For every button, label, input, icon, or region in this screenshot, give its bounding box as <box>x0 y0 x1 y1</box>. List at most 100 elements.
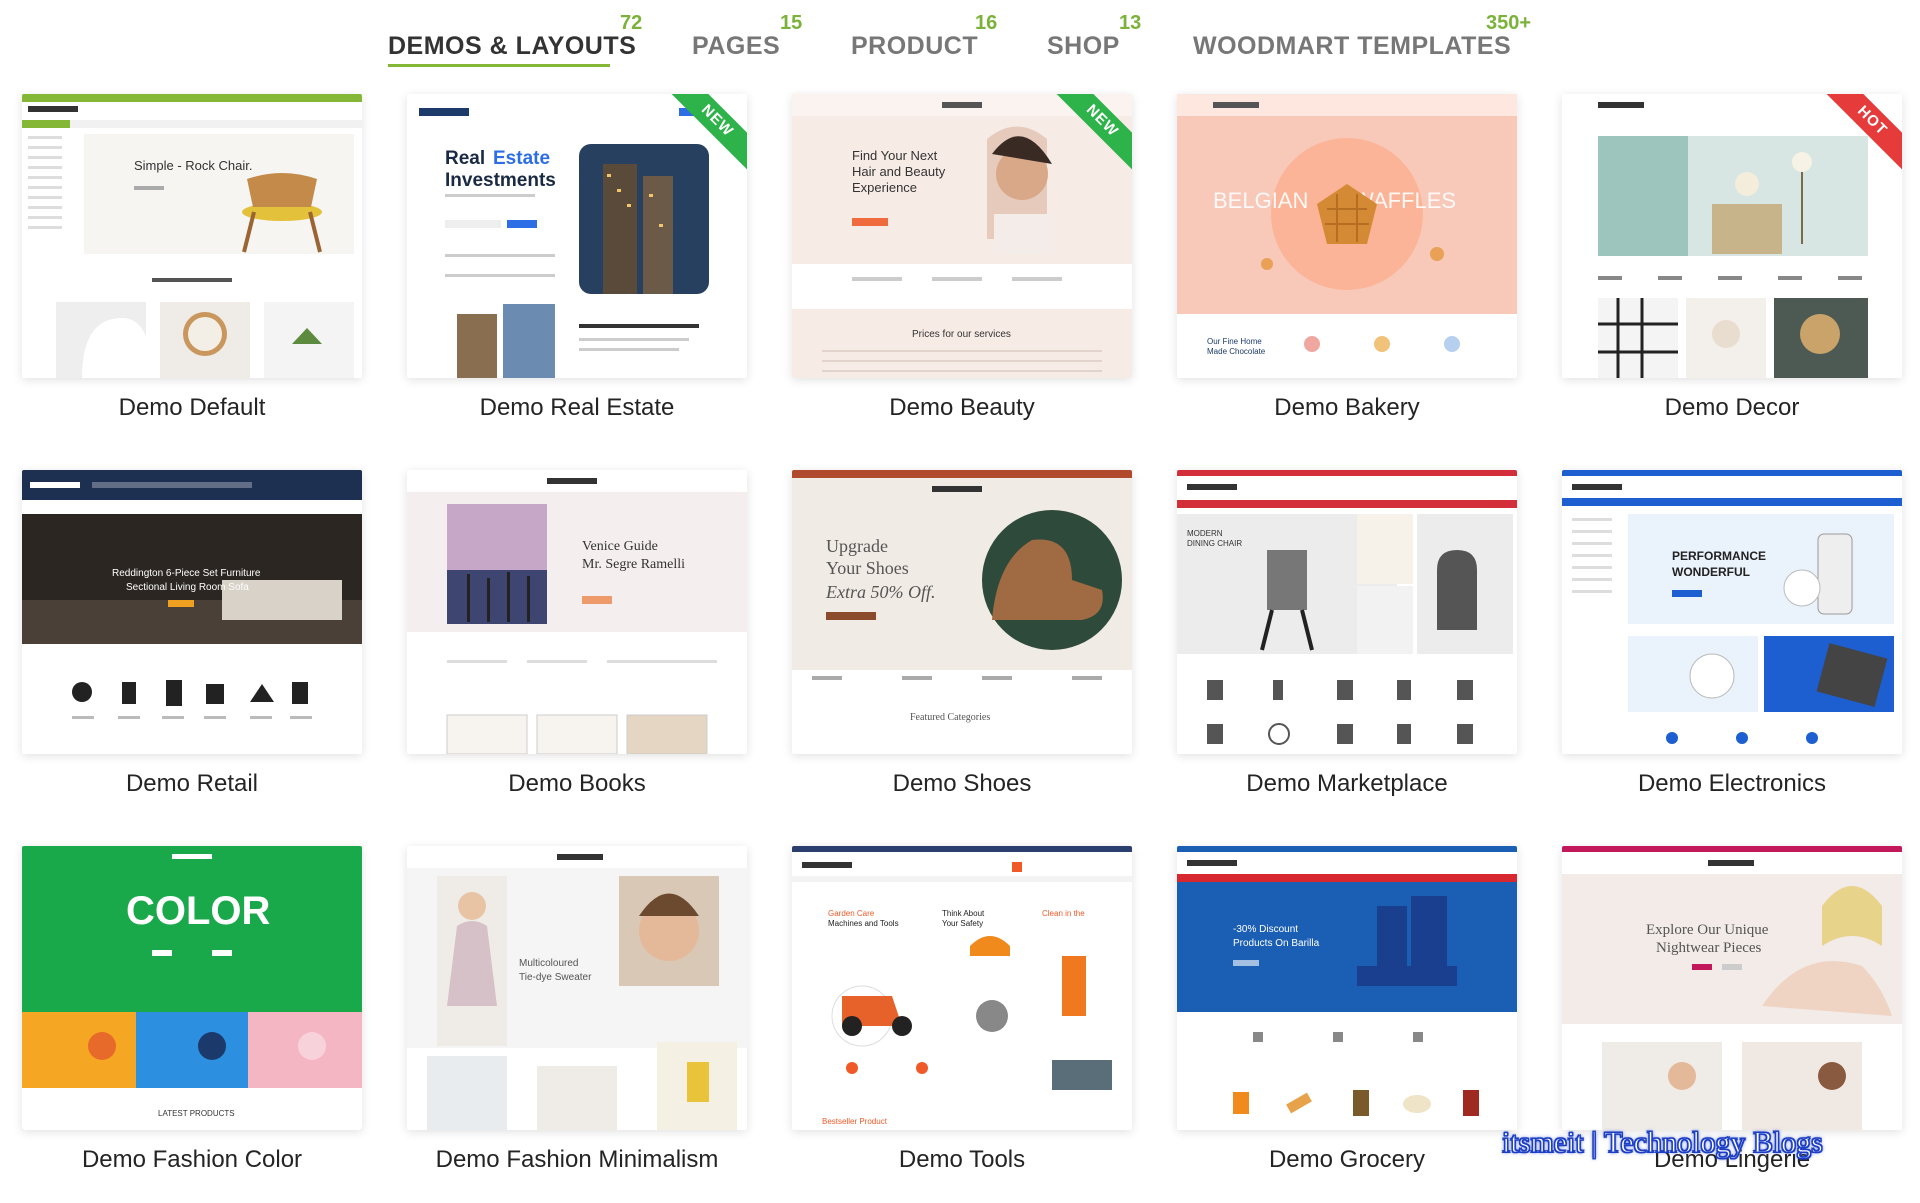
demo-title[interactable]: Demo Grocery <box>1177 1146 1517 1174</box>
svg-text:PERFORMANCE: PERFORMANCE <box>1672 549 1766 563</box>
tab-shop-count: 13 <box>1119 12 1142 34</box>
demo-card-bakery[interactable]: BELGIAN WAFFLES Our Fine Home Made Choco… <box>1177 94 1517 434</box>
tab-demos-layouts-count: 72 <box>620 12 643 34</box>
demo-thumbnail[interactable]: Real Estate Investments NEW <box>407 94 747 378</box>
demo-fashion-color-preview: COLOR LATEST PRODUCTS <box>22 846 362 1130</box>
tab-woodmart-templates[interactable]: WOODMART TEMPLATES 350+ <box>1193 12 1543 70</box>
svg-text:Your Shoes: Your Shoes <box>826 558 909 578</box>
demo-title[interactable]: Demo Books <box>407 770 747 798</box>
demo-bakery-preview: BELGIAN WAFFLES Our Fine Home Made Choco… <box>1177 94 1517 378</box>
demo-title[interactable]: Demo Marketplace <box>1177 770 1517 798</box>
hero-sub: Featured Categories <box>910 712 990 723</box>
demo-thumbnail[interactable]: -30% Discount Products On Barilla <box>1177 846 1517 1130</box>
tab-product-label: PRODUCT <box>851 32 979 60</box>
svg-text:Sectional Living Room Sofa: Sectional Living Room Sofa <box>126 582 249 593</box>
hero-sub: Prices for our services <box>912 329 1011 340</box>
tab-shop-label: SHOP <box>1047 32 1120 60</box>
demo-card-marketplace[interactable]: MODERN DINING CHAIR Demo Marketplace <box>1177 470 1517 810</box>
svg-text:WONDERFUL: WONDERFUL <box>1672 565 1750 579</box>
demo-default-preview: Simple - Rock Chair. <box>22 94 362 378</box>
svg-text:Your Safety: Your Safety <box>942 919 983 928</box>
demo-thumbnail[interactable]: Find Your Next Hair and Beauty Experienc… <box>792 94 1132 378</box>
demo-title[interactable]: Demo Shoes <box>792 770 1132 798</box>
demo-shoes-preview: Upgrade Your Shoes Extra 50% Off. Featur… <box>792 470 1132 754</box>
demo-thumbnail[interactable]: BELGIAN WAFFLES Our Fine Home Made Choco… <box>1177 94 1517 378</box>
demo-card-fashion-color[interactable]: COLOR LATEST PRODUCTS Demo Fashion Color <box>22 846 362 1186</box>
demo-card-tools[interactable]: Garden Care Machines and Tools Think Abo… <box>792 846 1132 1186</box>
svg-text:Made Chocolate: Made Chocolate <box>1207 347 1266 356</box>
demo-thumbnail[interactable]: Garden Care Machines and Tools Think Abo… <box>792 846 1132 1130</box>
svg-text:BELGIAN: BELGIAN <box>1213 188 1308 213</box>
demo-card-books[interactable]: Venice Guide Mr. Segre Ramelli Demo Book… <box>407 470 747 810</box>
demo-retail-preview: Reddington 6-Piece Set Furniture Section… <box>22 470 362 754</box>
tab-product-count: 16 <box>975 12 998 34</box>
tab-shop[interactable]: SHOP 13 <box>1047 12 1167 70</box>
active-tab-underline <box>388 64 610 67</box>
demo-thumbnail[interactable]: Explore Our Unique Nightwear Pieces <box>1562 846 1902 1130</box>
svg-text:DINING CHAIR: DINING CHAIR <box>1187 539 1242 548</box>
demo-card-default[interactable]: Simple - Rock Chair. Demo Default <box>22 94 362 434</box>
svg-text:Reddington 6-Piece Set Furnitu: Reddington 6-Piece Set Furniture <box>112 568 261 579</box>
svg-text:Our Fine Home: Our Fine Home <box>1207 337 1262 346</box>
demo-card-shoes[interactable]: Upgrade Your Shoes Extra 50% Off. Featur… <box>792 470 1132 810</box>
demo-card-beauty[interactable]: Find Your Next Hair and Beauty Experienc… <box>792 94 1132 434</box>
demo-lingerie-preview: Explore Our Unique Nightwear Pieces <box>1562 846 1902 1130</box>
demo-card-electronics[interactable]: PERFORMANCE WONDERFUL Demo Electronics <box>1562 470 1902 810</box>
svg-text:Real: Real <box>445 148 485 169</box>
svg-text:Think About: Think About <box>942 909 985 918</box>
demo-thumbnail[interactable]: COLOR LATEST PRODUCTS <box>22 846 362 1130</box>
demo-books-preview: Venice Guide Mr. Segre Ramelli <box>407 470 747 754</box>
demo-beauty-preview: Find Your Next Hair and Beauty Experienc… <box>792 94 1132 378</box>
demo-card-grocery[interactable]: -30% Discount Products On Barilla Demo G… <box>1177 846 1517 1186</box>
svg-text:Tie-dye Sweater: Tie-dye Sweater <box>519 972 592 983</box>
demo-title[interactable]: Demo Fashion Color <box>22 1146 362 1174</box>
demo-title[interactable]: Demo Decor <box>1562 394 1902 422</box>
demo-real-estate-preview: Real Estate Investments <box>407 94 747 378</box>
demo-thumbnail[interactable]: MODERN DINING CHAIR <box>1177 470 1517 754</box>
demo-title[interactable]: Demo Electronics <box>1562 770 1902 798</box>
demo-thumbnail[interactable]: PERFORMANCE WONDERFUL <box>1562 470 1902 754</box>
svg-text:Machines and Tools: Machines and Tools <box>828 919 899 928</box>
tab-pages-count: 15 <box>780 12 803 34</box>
demo-title[interactable]: Demo Tools <box>792 1146 1132 1174</box>
demo-card-retail[interactable]: Reddington 6-Piece Set Furniture Section… <box>22 470 362 810</box>
hero-sub: LATEST PRODUCTS <box>158 1109 235 1118</box>
demo-thumbnail[interactable]: Venice Guide Mr. Segre Ramelli <box>407 470 747 754</box>
demo-title[interactable]: Demo Real Estate <box>407 394 747 422</box>
demo-title[interactable]: Demo Default <box>22 394 362 422</box>
svg-text:Products On Barilla: Products On Barilla <box>1233 938 1320 949</box>
tab-pages[interactable]: PAGES 15 <box>692 12 812 70</box>
tab-product[interactable]: PRODUCT 16 <box>851 12 1011 70</box>
demo-title[interactable]: Demo Bakery <box>1177 394 1517 422</box>
demo-card-decor[interactable]: HOT Demo Decor <box>1562 94 1902 434</box>
demo-title[interactable]: Demo Retail <box>22 770 362 798</box>
tab-pages-label: PAGES <box>692 32 781 60</box>
svg-text:Mr. Segre Ramelli: Mr. Segre Ramelli <box>582 557 685 572</box>
watermark-text: itsmeit | Technology Blogs <box>1502 1126 1824 1160</box>
demo-title[interactable]: Demo Fashion Minimalism <box>407 1146 747 1174</box>
svg-text:Garden Care: Garden Care <box>828 909 875 918</box>
hero-text: Simple - Rock Chair. <box>134 158 252 173</box>
demo-thumbnail[interactable]: Simple - Rock Chair. <box>22 94 362 378</box>
demo-thumbnail[interactable]: Multicoloured Tie-dye Sweater <box>407 846 747 1130</box>
demo-grocery-preview: -30% Discount Products On Barilla <box>1177 846 1517 1130</box>
demo-thumbnail[interactable]: Reddington 6-Piece Set Furniture Section… <box>22 470 362 754</box>
svg-text:Investments: Investments <box>445 170 556 191</box>
demo-thumbnail[interactable]: HOT <box>1562 94 1902 378</box>
svg-text:Estate: Estate <box>493 148 550 169</box>
svg-text:Nightwear Pieces: Nightwear Pieces <box>1656 940 1762 956</box>
demo-tools-preview: Garden Care Machines and Tools Think Abo… <box>792 846 1132 1130</box>
demo-card-fashion-minimalism[interactable]: Multicoloured Tie-dye Sweater Demo Fashi… <box>407 846 747 1186</box>
demo-title[interactable]: Demo Beauty <box>792 394 1132 422</box>
demo-decor-preview <box>1562 94 1902 378</box>
demo-thumbnail[interactable]: Upgrade Your Shoes Extra 50% Off. Featur… <box>792 470 1132 754</box>
demo-card-real-estate[interactable]: Real Estate Investments NEW Demo Real Es… <box>407 94 747 434</box>
svg-text:Find Your Next: Find Your Next <box>852 148 938 163</box>
tab-demos-layouts[interactable]: DEMOS & LAYOUTS 72 <box>388 12 648 70</box>
tab-woodmart-templates-label: WOODMART TEMPLATES <box>1193 32 1512 60</box>
svg-text:Explore Our Unique: Explore Our Unique <box>1646 922 1769 938</box>
hero-sub: Bestseller Product <box>822 1117 888 1126</box>
svg-text:Multicoloured: Multicoloured <box>519 958 578 969</box>
demo-fashion-minimalism-preview: Multicoloured Tie-dye Sweater <box>407 846 747 1130</box>
svg-text:MODERN: MODERN <box>1187 529 1223 538</box>
